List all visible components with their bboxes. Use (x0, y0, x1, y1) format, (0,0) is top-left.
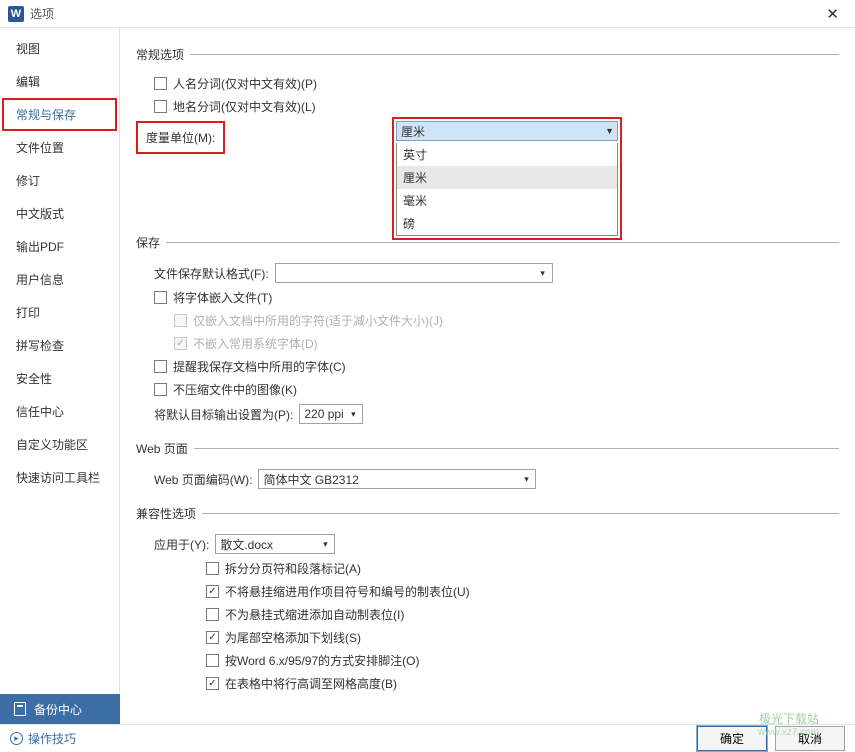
checkbox-no-compress[interactable] (154, 383, 167, 396)
label-word6-footnote: 按Word 6.x/95/97的方式安排脚注(O) (225, 652, 420, 669)
label-ppi: 将默认目标输出设置为(P): (154, 406, 293, 423)
label-default-format: 文件保存默认格式(F): (154, 265, 269, 282)
tips-label: 操作技巧 (28, 730, 76, 747)
select-default-format[interactable]: ▾ (275, 263, 553, 283)
checkbox-no-hang-tab[interactable] (206, 585, 219, 598)
ok-button[interactable]: 确定 (697, 726, 767, 751)
label-split-break: 拆分分页符和段落标记(A) (225, 560, 361, 577)
app-icon: W (8, 6, 24, 22)
sidebar-item-print[interactable]: 打印 (0, 296, 119, 329)
sidebar-item-general-save[interactable]: 常规与保存 (2, 98, 117, 131)
select-apply-to-value: 散文.docx (220, 536, 273, 553)
label-name-seg: 人名分词(仅对中文有效)(P) (173, 75, 317, 92)
checkbox-split-break[interactable] (206, 562, 219, 575)
unit-dropdown-open: 厘米 ▼ 英寸 厘米 毫米 磅 (392, 117, 622, 240)
sidebar-item-output-pdf[interactable]: 输出PDF (0, 230, 119, 263)
backup-center-button[interactable]: 备份中心 (0, 694, 120, 724)
select-web-encoding-value: 简体中文 GB2312 (263, 471, 358, 488)
label-apply-to: 应用于(Y): (154, 536, 209, 553)
label-no-compress: 不压缩文件中的图像(K) (173, 381, 297, 398)
sidebar-item-custom-ribbon[interactable]: 自定义功能区 (0, 428, 119, 461)
label-no-embed-common: 不嵌入常用系统字体(D) (193, 335, 318, 352)
cancel-button[interactable]: 取消 (775, 726, 845, 751)
label-embed-only-used: 仅嵌入文档中所用的字符(适于减小文件大小)(J) (193, 312, 443, 329)
label-web-encoding: Web 页面编码(W): (154, 471, 252, 488)
sidebar: 视图 编辑 常规与保存 文件位置 修订 中文版式 输出PDF 用户信息 打印 拼… (0, 28, 120, 694)
sidebar-item-user-info[interactable]: 用户信息 (0, 263, 119, 296)
backup-center-label: 备份中心 (34, 701, 82, 718)
select-ppi[interactable]: 220 ppi ▾ (299, 404, 363, 424)
label-remind-fonts: 提醒我保存文档中所用的字体(C) (173, 358, 346, 375)
checkbox-word6-footnote[interactable] (206, 654, 219, 667)
sidebar-item-security[interactable]: 安全性 (0, 362, 119, 395)
checkbox-embed-only-used (174, 314, 187, 327)
footer: ▸ 操作技巧 确定 取消 (0, 724, 855, 752)
checkbox-no-auto-tab[interactable] (206, 608, 219, 621)
checkbox-trailing-underline[interactable] (206, 631, 219, 644)
label-trailing-underline: 为尾部空格添加下划线(S) (225, 629, 361, 646)
checkbox-place-seg[interactable] (154, 100, 167, 113)
unit-select-value: 厘米 (401, 123, 425, 140)
sidebar-item-spellcheck[interactable]: 拼写检查 (0, 329, 119, 362)
select-ppi-value: 220 ppi (304, 407, 343, 421)
label-unit: 度量单位(M): (136, 121, 225, 154)
legend-compat: 兼容性选项 (136, 505, 202, 522)
label-table-grid-height: 在表格中将行高调至网格高度(B) (225, 675, 397, 692)
sidebar-item-edit[interactable]: 编辑 (0, 65, 119, 98)
tips-link[interactable]: ▸ 操作技巧 (10, 730, 76, 747)
select-web-encoding[interactable]: 简体中文 GB2312 ▾ (258, 469, 536, 489)
window-title: 选项 (30, 5, 818, 22)
content-pane: 常规选项 人名分词(仅对中文有效)(P) 地名分词(仅对中文有效)(L) 度量单… (120, 28, 855, 694)
unit-select[interactable]: 厘米 ▼ (396, 121, 618, 141)
chevron-down-icon: ▾ (536, 266, 550, 280)
label-no-hang-tab: 不将悬挂缩进用作项目符号和编号的制表位(U) (225, 583, 470, 600)
sidebar-item-quick-access[interactable]: 快速访问工具栏 (0, 461, 119, 494)
checkbox-name-seg[interactable] (154, 77, 167, 90)
legend-web: Web 页面 (136, 440, 194, 457)
group-web: Web 页面 Web 页面编码(W): 简体中文 GB2312 ▾ (136, 440, 839, 495)
legend-general: 常规选项 (136, 46, 190, 63)
checkbox-remind-fonts[interactable] (154, 360, 167, 373)
titlebar: W 选项 ✕ (0, 0, 855, 28)
legend-save: 保存 (136, 234, 166, 251)
bottom-band: 备份中心 (0, 694, 855, 724)
close-icon[interactable]: ✕ (818, 3, 847, 25)
group-save: 保存 文件保存默认格式(F): ▾ 将字体嵌入文件(T) 仅嵌入文档中所用的字符… (136, 234, 839, 430)
checkbox-table-grid-height[interactable] (206, 677, 219, 690)
unit-option-cm[interactable]: 厘米 (397, 166, 617, 189)
sidebar-item-revision[interactable]: 修订 (0, 164, 119, 197)
label-no-auto-tab: 不为悬挂式缩进添加自动制表位(I) (225, 606, 404, 623)
unit-option-pt[interactable]: 磅 (397, 212, 617, 235)
chevron-down-icon: ▾ (519, 472, 533, 486)
sidebar-item-view[interactable]: 视图 (0, 32, 119, 65)
checkbox-no-embed-common (174, 337, 187, 350)
play-icon: ▸ (10, 732, 23, 745)
select-apply-to[interactable]: 散文.docx ▾ (215, 534, 335, 554)
unit-option-inch[interactable]: 英寸 (397, 143, 617, 166)
label-place-seg: 地名分词(仅对中文有效)(L) (173, 98, 316, 115)
chevron-down-icon: ▾ (346, 407, 360, 421)
unit-option-list: 英寸 厘米 毫米 磅 (396, 143, 618, 236)
checkbox-embed-fonts[interactable] (154, 291, 167, 304)
group-general: 常规选项 人名分词(仅对中文有效)(P) 地名分词(仅对中文有效)(L) 度量单… (136, 46, 839, 224)
document-icon (14, 702, 26, 716)
label-embed-fonts: 将字体嵌入文件(T) (173, 289, 272, 306)
sidebar-item-trust-center[interactable]: 信任中心 (0, 395, 119, 428)
unit-option-mm[interactable]: 毫米 (397, 189, 617, 212)
chevron-down-icon: ▾ (318, 537, 332, 551)
sidebar-item-chinese-layout[interactable]: 中文版式 (0, 197, 119, 230)
chevron-down-icon: ▼ (605, 126, 614, 136)
group-compat: 兼容性选项 应用于(Y): 散文.docx ▾ 拆分分页符和段落标记(A) 不将… (136, 505, 839, 694)
sidebar-item-file-location[interactable]: 文件位置 (0, 131, 119, 164)
